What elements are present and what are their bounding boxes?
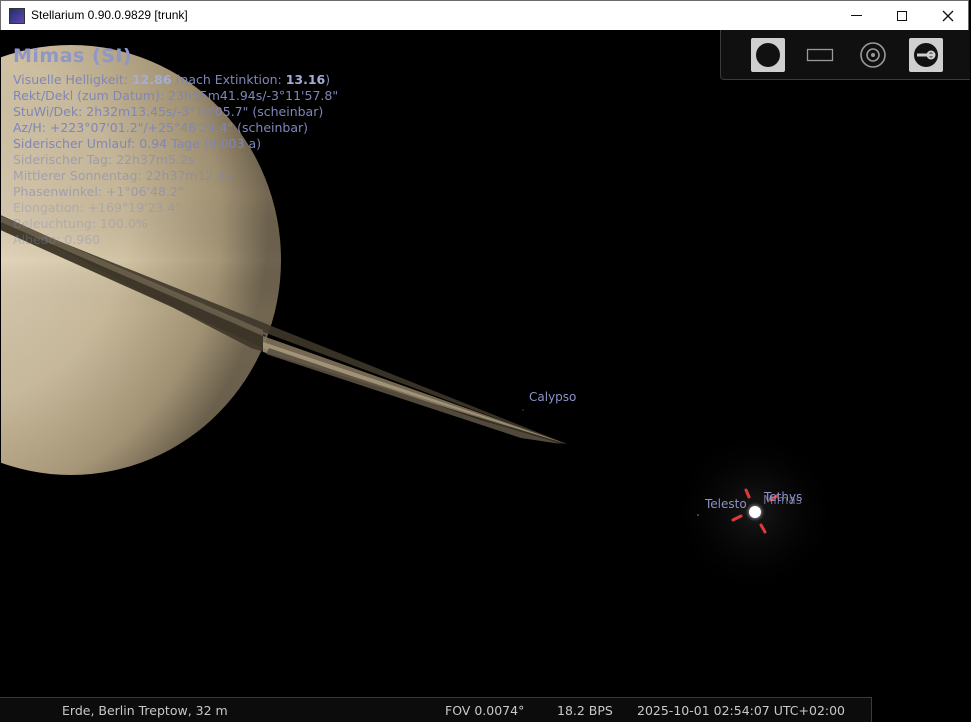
fov-status: FOV 0.0074°	[445, 703, 525, 718]
magnitude-label: Visuelle Helligkeit:	[13, 72, 128, 87]
magnitude-value: 12.86	[131, 72, 172, 87]
calypso-moon[interactable]	[522, 409, 524, 411]
sidereal-period-row: Siderischer Umlauf: 0.94 Tage (0.003 a)	[13, 136, 262, 151]
minimize-icon	[850, 15, 862, 16]
calypso-label[interactable]: Calypso	[529, 390, 576, 404]
window-title: Stellarium 0.90.0.9829 [trunk]	[31, 8, 188, 22]
maximize-icon	[897, 10, 907, 21]
phase-angle-row: Phasenwinkel: +1°06'48.2"	[13, 184, 184, 199]
telesto-label[interactable]: Telesto	[705, 497, 747, 511]
status-bar: Erde, Berlin Treptow, 32 m FOV 0.0074° 1…	[0, 697, 872, 722]
solar-day-row: Mittlerer Sonnentag: 22h37m12.4s	[13, 168, 232, 183]
mimas-core	[749, 506, 761, 518]
object-info-panel: Mimas (SI) Visuelle Helligkeit: 12.86 (n…	[13, 42, 338, 248]
window-toolbar	[720, 30, 970, 80]
quit-icon	[914, 43, 938, 67]
window-titlebar[interactable]: Stellarium 0.90.0.9829 [trunk]	[0, 0, 969, 30]
location-status[interactable]: Erde, Berlin Treptow, 32 m	[62, 703, 228, 718]
datetime-status[interactable]: 2025-10-01 02:54:07 UTC+02:00	[637, 703, 845, 718]
extinction-value: 13.16	[285, 72, 326, 87]
extinction-close: )	[325, 72, 331, 87]
fps-status: 18.2 BPS	[557, 703, 613, 718]
minimize-button[interactable]	[833, 1, 879, 30]
stellarium-app-icon	[9, 8, 25, 24]
magnitude-row: Visuelle Helligkeit: 12.86 (nach Extinkt…	[13, 72, 338, 88]
fullscreen-icon	[806, 48, 834, 62]
quit-button[interactable]	[909, 38, 943, 72]
sidereal-day-row: Siderischer Tag: 22h37m5.2s	[13, 152, 195, 167]
elongation-row: Elongation: +169°19'23.4"	[13, 200, 182, 215]
close-icon	[942, 10, 954, 21]
object-name: Mimas (SI)	[13, 45, 133, 67]
screen-overlay-button[interactable]	[856, 38, 890, 72]
extinction-label: (nach Extinktion:	[175, 72, 282, 87]
illumination-row: Beleuchtung: 100.0%	[13, 216, 148, 231]
night-mode-icon	[756, 43, 780, 67]
sky-view[interactable]: Mimas (SI) Visuelle Helligkeit: 12.86 (n…	[1, 30, 970, 697]
albedo-row: Albedo: 0.960	[13, 232, 101, 247]
screen-overlay-icon	[860, 42, 886, 68]
radec-row: Rekt/Dekl (zum Datum): 23h55m41.94s/-3°1…	[13, 88, 339, 103]
night-mode-button[interactable]	[751, 38, 785, 72]
hadec-row: StuWi/Dek: 2h32m13.45s/-3°10'05.7" (sche…	[13, 104, 324, 119]
maximize-button[interactable]	[879, 1, 925, 30]
fullscreen-button[interactable]	[803, 38, 837, 72]
close-button[interactable]	[925, 1, 971, 30]
telesto-moon[interactable]	[697, 514, 699, 516]
azalt-row: Az/H: +223°07'01.2"/+25°46'29.4" (schein…	[13, 120, 309, 135]
mimas-label[interactable]: Mimas	[763, 493, 802, 507]
